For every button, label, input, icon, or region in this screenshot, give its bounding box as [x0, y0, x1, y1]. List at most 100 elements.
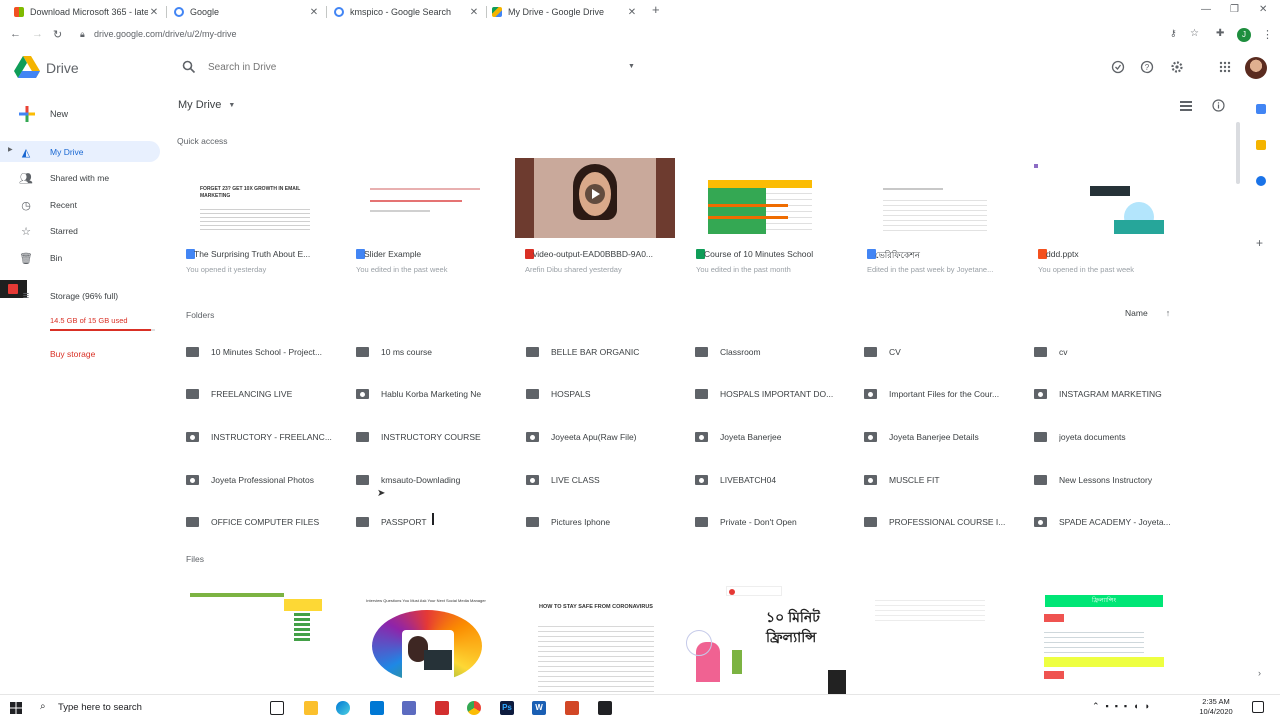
sort-by-name-button[interactable]: Name ↑: [1125, 308, 1170, 318]
folder-item[interactable]: Important Files for the Cour...: [864, 385, 1024, 403]
file-card[interactable]: [176, 584, 336, 696]
url-field[interactable]: drive.google.com/drive/u/2/my-drive: [94, 29, 237, 39]
folder-item[interactable]: OFFICE COMPUTER FILES: [186, 513, 346, 531]
folder-item[interactable]: Joyeta Professional Photos: [186, 471, 346, 489]
tab-kmspico-search[interactable]: kmspico - Google Search ✕: [334, 2, 480, 22]
minimize-icon[interactable]: —: [1201, 4, 1211, 15]
search-input[interactable]: [208, 62, 628, 73]
new-button[interactable]: New: [18, 104, 68, 124]
folder-item[interactable]: INSTRUCTORY COURSE: [356, 428, 516, 446]
maximize-icon[interactable]: ❐: [1230, 4, 1239, 15]
file-card[interactable]: Interview Questions You Must Ask Your Ne…: [346, 584, 506, 696]
word-icon[interactable]: W: [532, 701, 546, 715]
file-card[interactable]: [857, 584, 1017, 696]
office-icon[interactable]: [435, 701, 449, 715]
folder-item[interactable]: HOSPALS: [526, 385, 686, 403]
expand-caret-icon[interactable]: ▶: [8, 146, 13, 153]
offline-check-icon[interactable]: [1111, 60, 1125, 74]
clock-time[interactable]: 2:35 AM: [1196, 697, 1236, 706]
info-icon[interactable]: [1212, 99, 1225, 112]
help-icon[interactable]: ?: [1140, 60, 1154, 74]
breadcrumb[interactable]: My Drive ▼: [178, 99, 235, 111]
more-vert-icon[interactable]: ⋮: [1262, 28, 1273, 41]
edge-browser-icon[interactable]: [336, 701, 350, 715]
extensions-icon[interactable]: ✚: [1216, 28, 1224, 39]
profile-avatar[interactable]: J: [1237, 28, 1251, 42]
photoshop-icon[interactable]: Ps: [500, 701, 514, 715]
app-icon[interactable]: [598, 701, 612, 715]
folder-item[interactable]: HOSPALS IMPORTANT DO...: [695, 385, 855, 403]
close-window-icon[interactable]: ✕: [1259, 4, 1267, 15]
powerpoint-icon[interactable]: [565, 701, 579, 715]
tab-google[interactable]: Google ✕: [174, 2, 320, 22]
folder-item[interactable]: 10 ms course: [356, 343, 516, 361]
back-arrow-icon[interactable]: ←: [10, 28, 21, 40]
folder-item[interactable]: New Lessons Instructory: [1034, 471, 1194, 489]
folder-item[interactable]: LIVE CLASS: [526, 471, 686, 489]
search-icon[interactable]: [182, 60, 196, 74]
close-icon[interactable]: ✕: [468, 7, 480, 18]
taskbar-search-box[interactable]: Type here to search: [58, 702, 142, 713]
scrollbar-thumb[interactable]: [1236, 122, 1240, 184]
tab-microsoft-365[interactable]: Download Microsoft 365 - latest ✕: [14, 2, 160, 22]
tab-my-drive[interactable]: My Drive - Google Drive ✕: [492, 2, 638, 22]
reload-icon[interactable]: ↻: [53, 28, 62, 41]
task-view-icon[interactable]: [270, 701, 284, 715]
sidebar-item-recent[interactable]: ◷ Recent: [18, 196, 77, 214]
folder-item[interactable]: PASSPORT: [356, 513, 516, 531]
sidebar-item-storage[interactable]: ≡ Storage (96% full): [18, 287, 118, 305]
chevron-right-icon[interactable]: ›: [1258, 668, 1261, 678]
folder-item[interactable]: Pictures Iphone: [526, 513, 686, 531]
key-icon[interactable]: ⚷: [1170, 28, 1177, 39]
folder-item[interactable]: BELLE BAR ORGANIC: [526, 343, 686, 361]
folder-item[interactable]: joyeta documents: [1034, 428, 1194, 446]
folder-item[interactable]: 10 Minutes School - Project...: [186, 343, 346, 361]
folder-item[interactable]: INSTAGRAM MARKETING: [1034, 385, 1194, 403]
file-card[interactable]: HOW TO STAY SAFE FROM CORONAVIRUS: [516, 584, 676, 696]
folder-item[interactable]: Joyeta Banerjee: [695, 428, 855, 446]
clock-date[interactable]: 10/4/2020: [1196, 707, 1236, 716]
play-icon[interactable]: [585, 184, 605, 204]
sidebar-item-bin[interactable]: 🗑︎ Bin: [18, 249, 62, 267]
file-card[interactable]: ১০ মিনিট ফ্রিল্যান্সি: [686, 584, 846, 696]
drive-logo-icon[interactable]: [14, 56, 40, 78]
sidebar-item-shared-with-me[interactable]: 👥︎ Shared with me: [18, 169, 109, 187]
forward-arrow-icon[interactable]: →: [32, 28, 43, 40]
close-icon[interactable]: ✕: [308, 7, 320, 18]
search-options-dropdown-icon[interactable]: ▼: [628, 63, 635, 70]
keep-icon[interactable]: [1256, 140, 1266, 150]
folder-item[interactable]: FREELANCING LIVE: [186, 385, 346, 403]
calendar-icon[interactable]: [1256, 104, 1266, 114]
folder-item[interactable]: Classroom: [695, 343, 855, 361]
mail-icon[interactable]: [370, 701, 384, 715]
sidebar-item-my-drive[interactable]: ◭ My Drive: [18, 143, 84, 161]
file-explorer-icon[interactable]: [304, 701, 318, 715]
notifications-icon[interactable]: [1252, 701, 1264, 713]
folder-item[interactable]: CV: [864, 343, 1024, 361]
close-icon[interactable]: ✕: [626, 7, 638, 18]
folder-item[interactable]: INSTRUCTORY - FREELANC...: [186, 428, 346, 446]
star-icon[interactable]: ☆: [1190, 28, 1199, 39]
folder-item[interactable]: kmsauto-Downlading: [356, 471, 516, 489]
apps-grid-icon[interactable]: [1218, 60, 1232, 74]
sidebar-item-starred[interactable]: ☆ Starred: [18, 222, 78, 240]
folder-item[interactable]: Private - Don't Open: [695, 513, 855, 531]
folder-item[interactable]: MUSCLE FIT: [864, 471, 1024, 489]
tasks-icon[interactable]: [1256, 176, 1266, 186]
account-avatar[interactable]: [1245, 57, 1267, 79]
folder-item[interactable]: PROFESSIONAL COURSE I...: [864, 513, 1024, 531]
new-tab-button[interactable]: +: [652, 2, 660, 17]
close-icon[interactable]: ✕: [148, 7, 160, 18]
add-addon-icon[interactable]: +: [1256, 236, 1263, 250]
list-view-icon[interactable]: [1180, 101, 1192, 111]
folder-item[interactable]: Joyeta Banerjee Details: [864, 428, 1024, 446]
lock-icon[interactable]: 🔒︎: [80, 29, 85, 40]
folder-item[interactable]: Hablu Korba Marketing Ne: [356, 385, 516, 403]
file-card[interactable]: ফ্রিল্যান্সিং: [1028, 584, 1188, 696]
folder-item[interactable]: cv: [1034, 343, 1194, 361]
buy-storage-link[interactable]: Buy storage: [50, 349, 95, 359]
system-tray-icons[interactable]: ⌃▪▪▪◖◗: [1092, 701, 1156, 712]
app-icon[interactable]: [402, 701, 416, 715]
folder-item[interactable]: SPADE ACADEMY - Joyeta...: [1034, 513, 1194, 531]
folder-item[interactable]: LIVEBATCH04: [695, 471, 855, 489]
